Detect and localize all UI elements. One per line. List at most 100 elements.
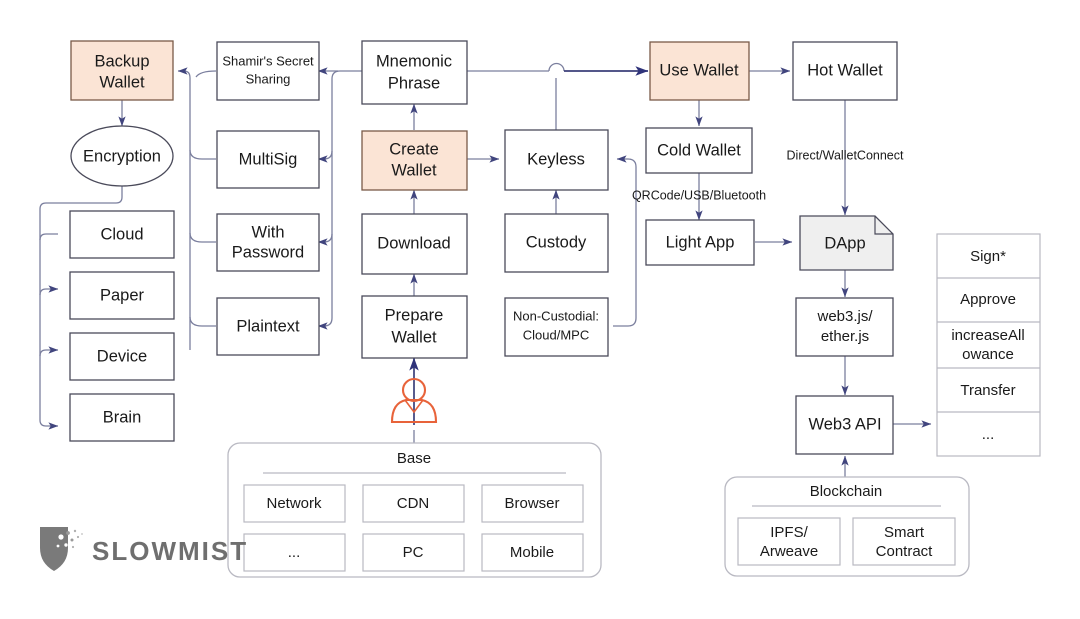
node-multisig[interactable]: MultiSig: [216, 130, 320, 189]
edge-jump-arc: [548, 62, 565, 72]
node-prepare-wallet[interactable]: Prepare Wallet: [361, 295, 468, 359]
base-item-browser-label: Browser: [504, 495, 559, 512]
node-create-wallet-label-1: Create: [389, 140, 439, 158]
edge-bus-to-device: [39, 346, 59, 357]
node-hot-wallet-label: Hot Wallet: [807, 61, 883, 79]
node-mnemonic-label-1: Mnemonic: [376, 52, 452, 70]
node-plaintext-label: Plaintext: [236, 317, 300, 335]
node-create-wallet[interactable]: Create Wallet: [361, 130, 468, 191]
node-with-password-label-1: With: [252, 223, 285, 241]
edge-label-qrcode-usb-bluetooth: QRCode/USB/Bluetooth: [632, 188, 766, 202]
node-brain-label: Brain: [103, 408, 142, 426]
node-create-wallet-label-2: Wallet: [391, 161, 437, 179]
node-web3-api-label: Web3 API: [808, 415, 881, 433]
node-mnemonic-label-2: Phrase: [388, 74, 440, 92]
action-list-item-increaseallowance-2[interactable]: owance: [962, 346, 1014, 363]
blockchain-item-smartcontract-label-2: Contract: [876, 543, 934, 560]
diagram-canvas: Backup Wallet Encryption Cloud Paper Dev…: [0, 0, 1080, 619]
node-cloud[interactable]: Cloud: [69, 210, 175, 259]
node-light-app[interactable]: Light App: [645, 219, 755, 266]
group-base: Base Network CDN Browser ... PC Mobile: [227, 442, 602, 578]
node-backup-wallet-label-2: Wallet: [99, 73, 145, 91]
edge-bus-to-cloud: [39, 233, 58, 241]
node-device[interactable]: Device: [69, 332, 175, 381]
node-backup-wallet-label-1: Backup: [94, 52, 149, 70]
blockchain-item-smartcontract-label-1: Smart: [884, 524, 925, 541]
node-use-wallet[interactable]: Use Wallet: [649, 41, 750, 101]
group-base-title: Base: [397, 450, 431, 467]
node-use-wallet-label: Use Wallet: [659, 61, 739, 79]
group-blockchain-title: Blockchain: [810, 483, 883, 500]
base-item-cdn[interactable]: CDN: [362, 484, 465, 523]
node-paper[interactable]: Paper: [69, 271, 175, 320]
node-dapp[interactable]: DApp: [799, 215, 894, 271]
base-item-cdn-label: CDN: [397, 495, 430, 512]
base-item-mobile[interactable]: Mobile: [481, 533, 584, 572]
base-item-more-label: ...: [288, 544, 301, 561]
action-list-item-approve[interactable]: Approve: [960, 291, 1016, 308]
node-encryption[interactable]: Encryption: [70, 125, 174, 187]
node-hot-wallet[interactable]: Hot Wallet: [792, 41, 898, 101]
action-list-item-sign[interactable]: Sign*: [970, 248, 1006, 265]
node-with-password-label-2: Password: [232, 243, 304, 261]
edge-label-direct-walletconnect: Direct/WalletConnect: [787, 148, 904, 162]
group-blockchain: Blockchain IPFS/ Arweave Smart Contract: [724, 476, 970, 577]
shield-icon: [40, 527, 83, 571]
edge-mnemonic-to-plaintext: [317, 70, 362, 330]
base-item-more[interactable]: ...: [243, 533, 346, 572]
base-item-mobile-label: Mobile: [510, 544, 554, 561]
node-shamir-label-2: Sharing: [246, 71, 291, 86]
blockchain-item-smart-contract[interactable]: Smart Contract: [852, 517, 956, 566]
node-custody-label: Custody: [526, 233, 587, 251]
node-shamir-label-1: Shamir's Secret: [222, 53, 314, 68]
base-item-network[interactable]: Network: [243, 484, 346, 523]
node-prepare-wallet-label-1: Prepare: [385, 306, 444, 324]
action-list-item-transfer[interactable]: Transfer: [960, 382, 1015, 399]
node-keyless[interactable]: Keyless: [504, 129, 609, 191]
edge-noncustodial-to-keyless: [613, 155, 637, 327]
base-item-pc-label: PC: [403, 544, 424, 561]
edge-mnemonic-to-withpassword: [317, 233, 333, 246]
node-cold-wallet-label: Cold Wallet: [657, 141, 741, 159]
node-web3js-label-2: ether.js: [821, 328, 869, 345]
node-web3-api[interactable]: Web3 API: [795, 395, 894, 455]
node-backup-wallet[interactable]: Backup Wallet: [70, 40, 174, 101]
edge-methods-bus-to-backup: [177, 67, 191, 350]
node-custody[interactable]: Custody: [504, 213, 609, 273]
base-item-network-label: Network: [266, 495, 322, 512]
edge-mnemonic-to-multisig: [317, 150, 333, 163]
action-list-item-increaseallowance-1[interactable]: increaseAll: [951, 327, 1024, 344]
node-prepare-wallet-label-2: Wallet: [391, 328, 437, 346]
node-non-custodial-label-2: Cloud/MPC: [523, 327, 589, 342]
edge-multisig-to-bus: [189, 149, 216, 160]
slowmist-logo-text: SLOWMIST: [92, 536, 248, 566]
node-with-password[interactable]: With Password: [216, 213, 320, 272]
edge-withpassword-to-bus: [189, 232, 216, 243]
node-plaintext[interactable]: Plaintext: [216, 297, 320, 356]
node-download-label: Download: [377, 234, 450, 252]
base-item-pc[interactable]: PC: [362, 533, 465, 572]
blockchain-item-ipfs-label-1: IPFS/: [770, 524, 808, 541]
node-mnemonic-phrase[interactable]: Mnemonic Phrase: [361, 40, 468, 105]
edge-shamir-to-backup: [195, 70, 217, 78]
node-light-app-label: Light App: [666, 233, 735, 251]
node-cold-wallet[interactable]: Cold Wallet: [645, 127, 753, 174]
blockchain-item-ipfs-arweave[interactable]: IPFS/ Arweave: [737, 517, 841, 566]
blockchain-item-ipfs-label-2: Arweave: [760, 543, 818, 560]
action-list-item-more[interactable]: ...: [982, 426, 995, 443]
node-multisig-label: MultiSig: [239, 150, 298, 168]
node-dapp-label: DApp: [824, 234, 865, 252]
edge-bus-to-paper: [39, 285, 59, 296]
node-brain[interactable]: Brain: [69, 393, 175, 442]
node-web3js[interactable]: web3.js/ ether.js: [795, 297, 894, 357]
node-download[interactable]: Download: [361, 213, 468, 275]
edge-plaintext-to-bus: [189, 316, 216, 327]
node-non-custodial-label-1: Non-Custodial:: [513, 308, 599, 323]
base-item-browser[interactable]: Browser: [481, 484, 584, 523]
node-keyless-label: Keyless: [527, 150, 585, 168]
node-encryption-label: Encryption: [83, 147, 161, 165]
node-non-custodial[interactable]: Non-Custodial: Cloud/MPC: [504, 297, 609, 357]
node-device-label: Device: [97, 347, 147, 365]
action-list: Sign* Approve increaseAll owance Transfe…: [936, 233, 1041, 457]
node-shamir-secret-sharing[interactable]: Shamir's Secret Sharing: [216, 41, 320, 101]
